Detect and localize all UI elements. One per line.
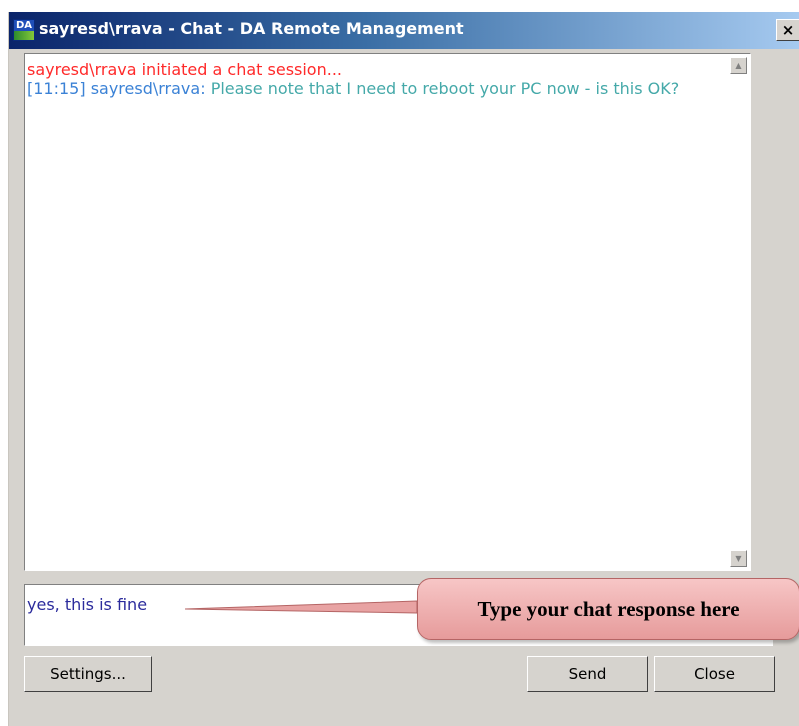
message-sender: sayresd\rrava: bbox=[90, 79, 206, 98]
chat-input-value: yes, this is fine bbox=[27, 595, 148, 614]
scroll-down-arrow-icon[interactable]: ▼ bbox=[730, 550, 747, 567]
message-text: Please note that I need to reboot your P… bbox=[210, 79, 680, 98]
transcript-scrollbar[interactable]: ▲ ▼ bbox=[728, 55, 749, 569]
instruction-callout: Type your chat response here bbox=[417, 578, 799, 640]
close-button[interactable]: Close bbox=[654, 656, 775, 692]
send-button[interactable]: Send bbox=[527, 656, 648, 692]
callout-pointer bbox=[185, 600, 417, 614]
callout-text: Type your chat response here bbox=[477, 596, 740, 621]
transcript-content: sayresd\rrava initiated a chat session..… bbox=[27, 60, 727, 98]
da-app-icon: DA bbox=[13, 19, 35, 41]
window-close-button[interactable]: × bbox=[776, 19, 799, 41]
settings-button[interactable]: Settings... bbox=[24, 656, 152, 692]
scroll-up-arrow-icon[interactable]: ▲ bbox=[730, 57, 747, 74]
system-message: sayresd\rrava initiated a chat session..… bbox=[27, 60, 342, 79]
chat-transcript[interactable]: sayresd\rrava initiated a chat session..… bbox=[24, 53, 751, 571]
window-title: sayresd\rrava - Chat - DA Remote Managem… bbox=[39, 19, 464, 38]
title-bar[interactable]: DA sayresd\rrava - Chat - DA Remote Mana… bbox=[9, 12, 799, 49]
chat-message: [11:15] sayresd\rrava: Please note that … bbox=[27, 79, 727, 98]
message-timestamp: [11:15] bbox=[27, 79, 86, 98]
